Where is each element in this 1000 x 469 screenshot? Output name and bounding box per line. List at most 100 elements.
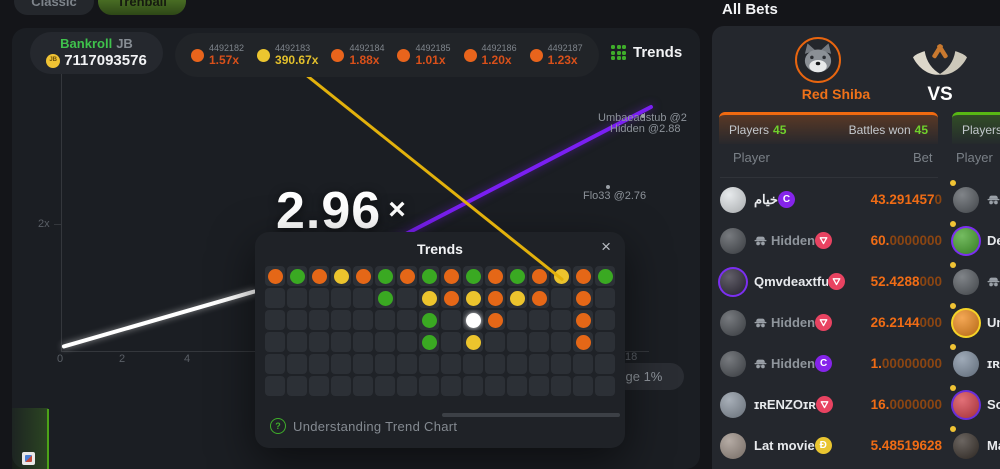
trend-cell [375,332,395,352]
bet-row[interactable]: ɪʀENZOɪʀ16.0000000 [720,384,942,425]
trend-cell [529,310,549,330]
trend-cell [353,332,373,352]
trend-cell [397,376,417,396]
red-team-tab[interactable]: Players45 Battles won45 [719,112,938,144]
trend-cell [595,376,615,396]
bet-row[interactable]: Mad [948,425,1000,466]
red-shiba-avatar [795,37,841,83]
trends-button-label: Trends [633,44,682,61]
bet-row[interactable]: H [948,179,1000,220]
coin-indicator-dot [950,303,956,309]
trend-cell [331,354,351,374]
bet-row[interactable]: Dev [948,220,1000,261]
trend-cell [485,288,505,308]
trend-cell [353,376,373,396]
all-bets-title: All Bets [722,1,778,18]
trend-dot [334,269,349,284]
trend-cell [441,266,461,286]
bet-row[interactable]: Lat movieÐ5.48519628 [720,425,942,466]
game-result-item[interactable]: 44921861.20x [464,43,517,67]
trend-dot [576,313,591,328]
bankroll-widget[interactable]: BankrollJB JB 7117093576 [30,32,163,74]
bets-list-right: HDevHUmɪʀENSohMad [948,179,1000,466]
coin-indicator-dot [950,385,956,391]
bet-amount: 1.00000000 [838,356,942,371]
game-result-item[interactable]: 4492183390.67x [257,43,318,67]
bet-value: 26.2144000 [815,314,942,331]
avatar [953,187,979,213]
trend-dot [466,291,481,306]
bet-row[interactable]: خيامC43.2914570 [720,179,942,220]
game-result-item[interactable]: 44921871.23x [530,43,583,67]
coin-indicator-dot [950,180,956,186]
bet-row[interactable]: Qmvdeaxtful52.4288000 [720,261,942,302]
result-game-id: 4492182 [209,43,244,53]
trend-cell [573,266,593,286]
tiny-image-icon [22,452,35,465]
trend-cell [353,310,373,330]
trend-cell [287,354,307,374]
trend-cell [573,354,593,374]
avatar [953,351,979,377]
trend-dot [576,269,591,284]
trend-cell [265,310,285,330]
trend-cell [375,376,395,396]
trend-cell [441,310,461,330]
trend-cell [265,266,285,286]
x-tick-18: 18 [625,351,637,363]
bet-row[interactable]: Um [948,302,1000,343]
tab-trenball[interactable]: Trenball [98,0,186,15]
understanding-trend-chart-link[interactable]: ? Understanding Trend Chart [270,418,457,434]
trend-cell [551,376,571,396]
result-dot-icon [331,49,344,62]
crash-game-app: Classic Trenball BankrollJB JB 711709357… [0,0,1000,469]
avatar [953,433,979,459]
bet-row[interactable]: H [948,261,1000,302]
trend-cell [529,288,549,308]
trend-dot [510,269,525,284]
game-result-item[interactable]: 44921841.88x [331,43,384,67]
trend-dot [576,291,591,306]
player-name: Mad [987,438,1000,453]
trend-dot [422,313,437,328]
player-name: Soh [987,397,1000,412]
result-game-id: 4492187 [548,43,583,53]
green-team-tab[interactable]: Players45 [952,112,1000,144]
help-icon: ? [270,418,286,434]
trend-dot [532,291,547,306]
trend-dot [466,335,481,350]
game-result-item[interactable]: 44921851.01x [397,43,450,67]
trend-dot [378,269,393,284]
trend-cell [309,288,329,308]
player-name: Hidden [771,315,815,330]
bet-row[interactable]: Hidden60.0000000 [720,220,942,261]
tab-classic[interactable]: Classic [14,0,94,15]
trend-cell [265,354,285,374]
coin-indicator-dot [950,344,956,350]
trend-cell [463,310,483,330]
trend-cell [287,288,307,308]
bet-row[interactable]: ɪʀEN [948,343,1000,384]
trx-coin-icon [816,396,833,413]
game-result-item[interactable]: 44921821.57x [191,43,244,67]
coin-indicator-dot [950,262,956,268]
bet-value: C 1.00000000 [815,355,942,372]
trend-dot [422,291,437,306]
bankroll-amount: 7117093576 [64,52,147,71]
trends-button[interactable]: Trends [611,44,682,61]
bet-value: Ð5.48519628 [815,437,942,454]
horizontal-scrollbar[interactable] [442,413,620,417]
bet-row[interactable]: HiddenC1.00000000 [720,343,942,384]
trend-cell [309,376,329,396]
avatar [720,228,746,254]
y-axis-tick [54,224,61,225]
trend-cell [485,354,505,374]
header-divider [720,177,938,178]
bet-row[interactable]: Soh [948,384,1000,425]
trend-dot [488,313,503,328]
trend-grid [265,266,615,396]
bc-coin-icon: C [815,355,832,372]
battles-won-count: Battles won45 [849,123,928,137]
bet-row[interactable]: Hidden26.2144000 [720,302,942,343]
close-icon[interactable]: × [601,238,611,255]
